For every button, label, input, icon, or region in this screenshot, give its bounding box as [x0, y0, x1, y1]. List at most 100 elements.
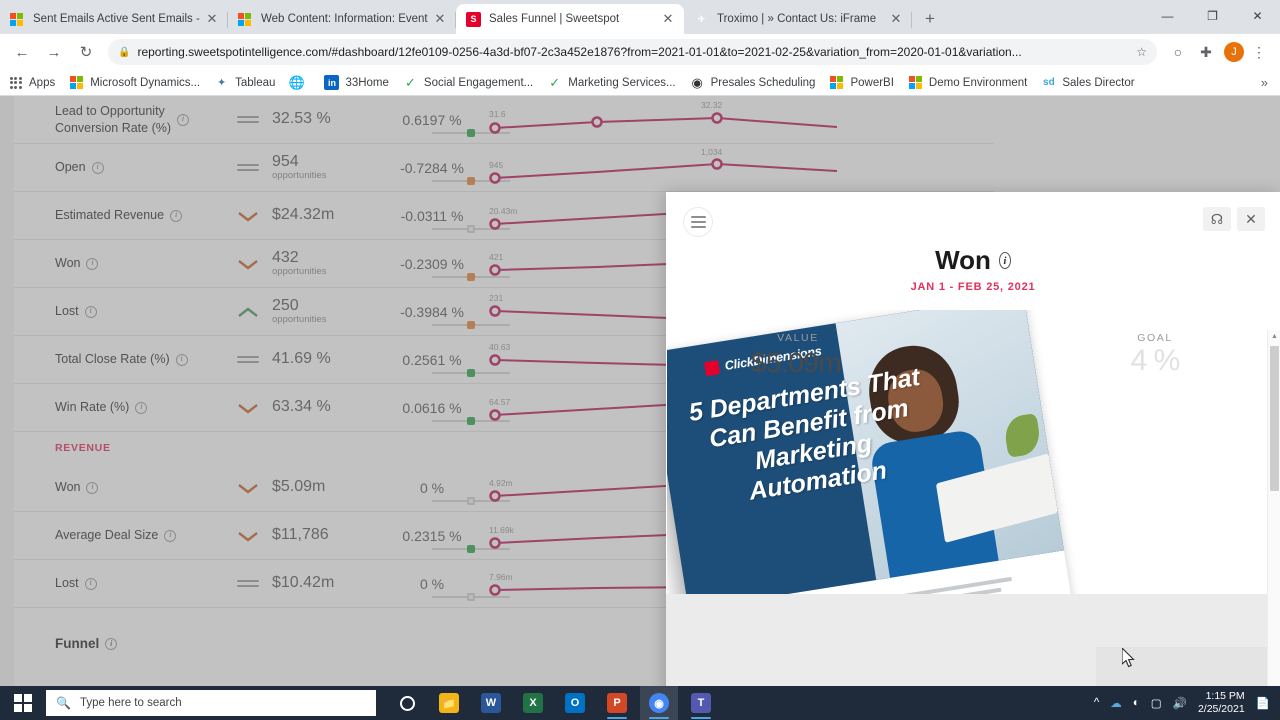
bookmark-demo-environment[interactable]: Demo Environment — [908, 75, 1027, 90]
microsoft-icon — [10, 12, 25, 27]
powerpoint-icon[interactable]: P — [598, 686, 636, 720]
profile-badge-icon[interactable]: ○ — [1165, 39, 1191, 65]
chrome-icon[interactable]: ◉ — [640, 686, 678, 720]
browser-tab-3[interactable]: ✈ Troximo | » Contact Us: iFrame ✕ — [684, 4, 912, 34]
browser-toolbar: ← → ↻ 🔒 reporting.sweetspotintelligence.… — [0, 34, 1280, 70]
maximize-button[interactable]: ❐ — [1190, 0, 1235, 32]
taskbar-apps: 📁 W X O P ◉ T — [388, 686, 720, 720]
hamburger-icon[interactable] — [683, 207, 713, 237]
start-button[interactable] — [0, 686, 46, 720]
microsoft-icon — [238, 12, 253, 27]
info-icon[interactable]: i — [998, 252, 1011, 269]
bookmark-sales-director[interactable]: sd Sales Director — [1041, 75, 1135, 90]
extensions-icon[interactable]: ✚ — [1193, 39, 1219, 65]
bookmark-apps[interactable]: Apps — [8, 75, 55, 90]
minimize-button[interactable]: — — [1145, 0, 1190, 32]
overlay-title: Won i — [666, 245, 1280, 276]
overlay-goal-label: GOAL — [1137, 332, 1173, 344]
comment-icon[interactable]: ☊ — [1203, 207, 1231, 231]
windows-logo-icon — [14, 694, 32, 712]
window-close-button[interactable]: ✕ — [1235, 0, 1280, 32]
tab-title: Troximo | » Contact Us: iFrame — [717, 13, 877, 25]
overlay-title-text: Won — [935, 245, 991, 275]
check-icon: ✓ — [404, 74, 416, 90]
excel-icon[interactable]: X — [514, 686, 552, 720]
bookmark-label: Sales Director — [1062, 76, 1135, 89]
address-bar[interactable]: 🔒 reporting.sweetspotintelligence.com/#d… — [108, 39, 1157, 65]
overlay-goal-value: 4 % — [1130, 344, 1181, 377]
browser-tab-0[interactable]: Sent Emails Active Sent Emails - ✕ — [0, 4, 228, 34]
tab-close-icon[interactable]: ✕ — [888, 11, 904, 27]
bookmark-label: Social Engagement... — [423, 76, 534, 89]
tab-title: Sent Emails Active Sent Emails - — [33, 13, 200, 25]
sweetspot-icon: S — [466, 11, 481, 27]
target-icon: ◉ — [691, 74, 703, 90]
forward-button[interactable]: → — [40, 38, 68, 66]
back-button[interactable]: ← — [8, 38, 36, 66]
tab-close-icon[interactable]: ✕ — [432, 11, 448, 27]
bookmark-label: 33Home — [345, 76, 389, 89]
bookmarks-overflow-icon[interactable]: » — [1261, 75, 1272, 90]
notification-icon[interactable]: 📄 — [1256, 696, 1270, 710]
scroll-up-icon[interactable]: ▲ — [1268, 330, 1280, 343]
outlook-icon[interactable]: O — [556, 686, 594, 720]
search-icon: 🔍 — [56, 696, 71, 710]
bookmarks-bar: Apps Microsoft Dynamics... ✦ Tableau 🌐 i… — [0, 70, 1280, 96]
microsoft-icon — [69, 75, 84, 90]
clock[interactable]: 1:15 PM 2/25/2021 — [1198, 690, 1245, 716]
page-content: Lead to Opportunity Conversion Rate (%) i… — [0, 96, 1280, 686]
overlay-actions: ☊ ✕ — [1203, 207, 1265, 231]
microsoft-icon — [908, 75, 923, 90]
file-explorer-icon[interactable]: 📁 — [430, 686, 468, 720]
tab-close-icon[interactable]: ✕ — [660, 11, 676, 27]
bookmark-label: Microsoft Dynamics... — [90, 76, 201, 89]
bookmark-presales-scheduling[interactable]: ◉ Presales Scheduling — [690, 74, 816, 90]
volume-icon[interactable]: 🔊 — [1173, 696, 1187, 710]
address-bar-url: reporting.sweetspotintelligence.com/#das… — [137, 45, 1022, 59]
bookmark-33home[interactable]: in 33Home — [324, 75, 389, 90]
bookmark-star-icon[interactable]: ☆ — [1136, 45, 1147, 59]
browser-menu-icon[interactable]: ⋮ — [1246, 39, 1272, 65]
browser-tab-1[interactable]: Web Content: Information: Event ✕ — [228, 4, 456, 34]
mouse-cursor — [1122, 648, 1135, 668]
browser-tab-2-active[interactable]: S Sales Funnel | Sweetspot ✕ — [456, 4, 684, 34]
word-icon[interactable]: W — [472, 686, 510, 720]
bookmark-tableau[interactable]: ✦ Tableau — [214, 75, 275, 90]
overlay-scrollbar[interactable]: ▲ ▼ — [1267, 330, 1280, 686]
clock-date: 2/25/2021 — [1197, 703, 1245, 715]
bookmark-label: Presales Scheduling — [710, 76, 816, 89]
apps-grid-icon — [8, 75, 23, 90]
windows-taskbar: 🔍 Type here to search 📁 W X O P ◉ T ^ ☁ … — [0, 686, 1280, 720]
bookmark-marketing-services[interactable]: ✓ Marketing Services... — [547, 75, 675, 90]
bookmark-label: Demo Environment — [928, 76, 1028, 89]
kpi-detail-overlay: ClickDimensions 5 Departments That Can B… — [666, 192, 1280, 686]
troximo-icon: ✈ — [697, 13, 706, 24]
bookmark-microsoft-dynamics[interactable]: Microsoft Dynamics... — [69, 75, 200, 90]
browser-tabstrip: Sent Emails Active Sent Emails - ✕ Web C… — [0, 0, 1280, 34]
close-icon[interactable]: ✕ — [1237, 207, 1265, 231]
teams-icon[interactable]: T — [682, 686, 720, 720]
system-tray: ^ ☁ ◐ ▢ 🔊 1:15 PM 2/25/2021 📄 — [1094, 690, 1280, 716]
bookmark-social-engagement[interactable]: ✓ Social Engagement... — [403, 75, 533, 90]
cortana-icon[interactable] — [388, 686, 426, 720]
search-input[interactable]: 🔍 Type here to search — [46, 690, 376, 716]
clock-time: 1:15 PM — [1205, 689, 1245, 702]
tab-close-icon[interactable]: ✕ — [204, 11, 220, 27]
bookmark-globe[interactable]: 🌐 — [289, 75, 310, 90]
tableau-icon: ✦ — [217, 77, 227, 89]
bookmark-powerbi[interactable]: PowerBI — [829, 75, 894, 90]
avatar[interactable]: J — [1224, 42, 1244, 62]
bookmark-label: Tableau — [235, 76, 276, 89]
wifi-icon[interactable]: ◐ — [1133, 697, 1140, 709]
overlay-value-label: VALUE — [777, 332, 819, 344]
linkedin-icon: in — [324, 75, 340, 90]
sd-icon: sd — [1043, 77, 1055, 88]
reload-button[interactable]: ↻ — [72, 38, 100, 66]
search-placeholder: Type here to search — [79, 697, 182, 709]
battery-icon[interactable]: ▢ — [1151, 696, 1162, 710]
tab-title: Sales Funnel | Sweetspot — [489, 13, 620, 25]
onedrive-icon[interactable]: ☁ — [1110, 696, 1122, 710]
scrollbar-thumb[interactable] — [1270, 346, 1279, 491]
new-tab-button[interactable]: + — [916, 5, 944, 33]
chevron-up-icon[interactable]: ^ — [1094, 697, 1099, 709]
